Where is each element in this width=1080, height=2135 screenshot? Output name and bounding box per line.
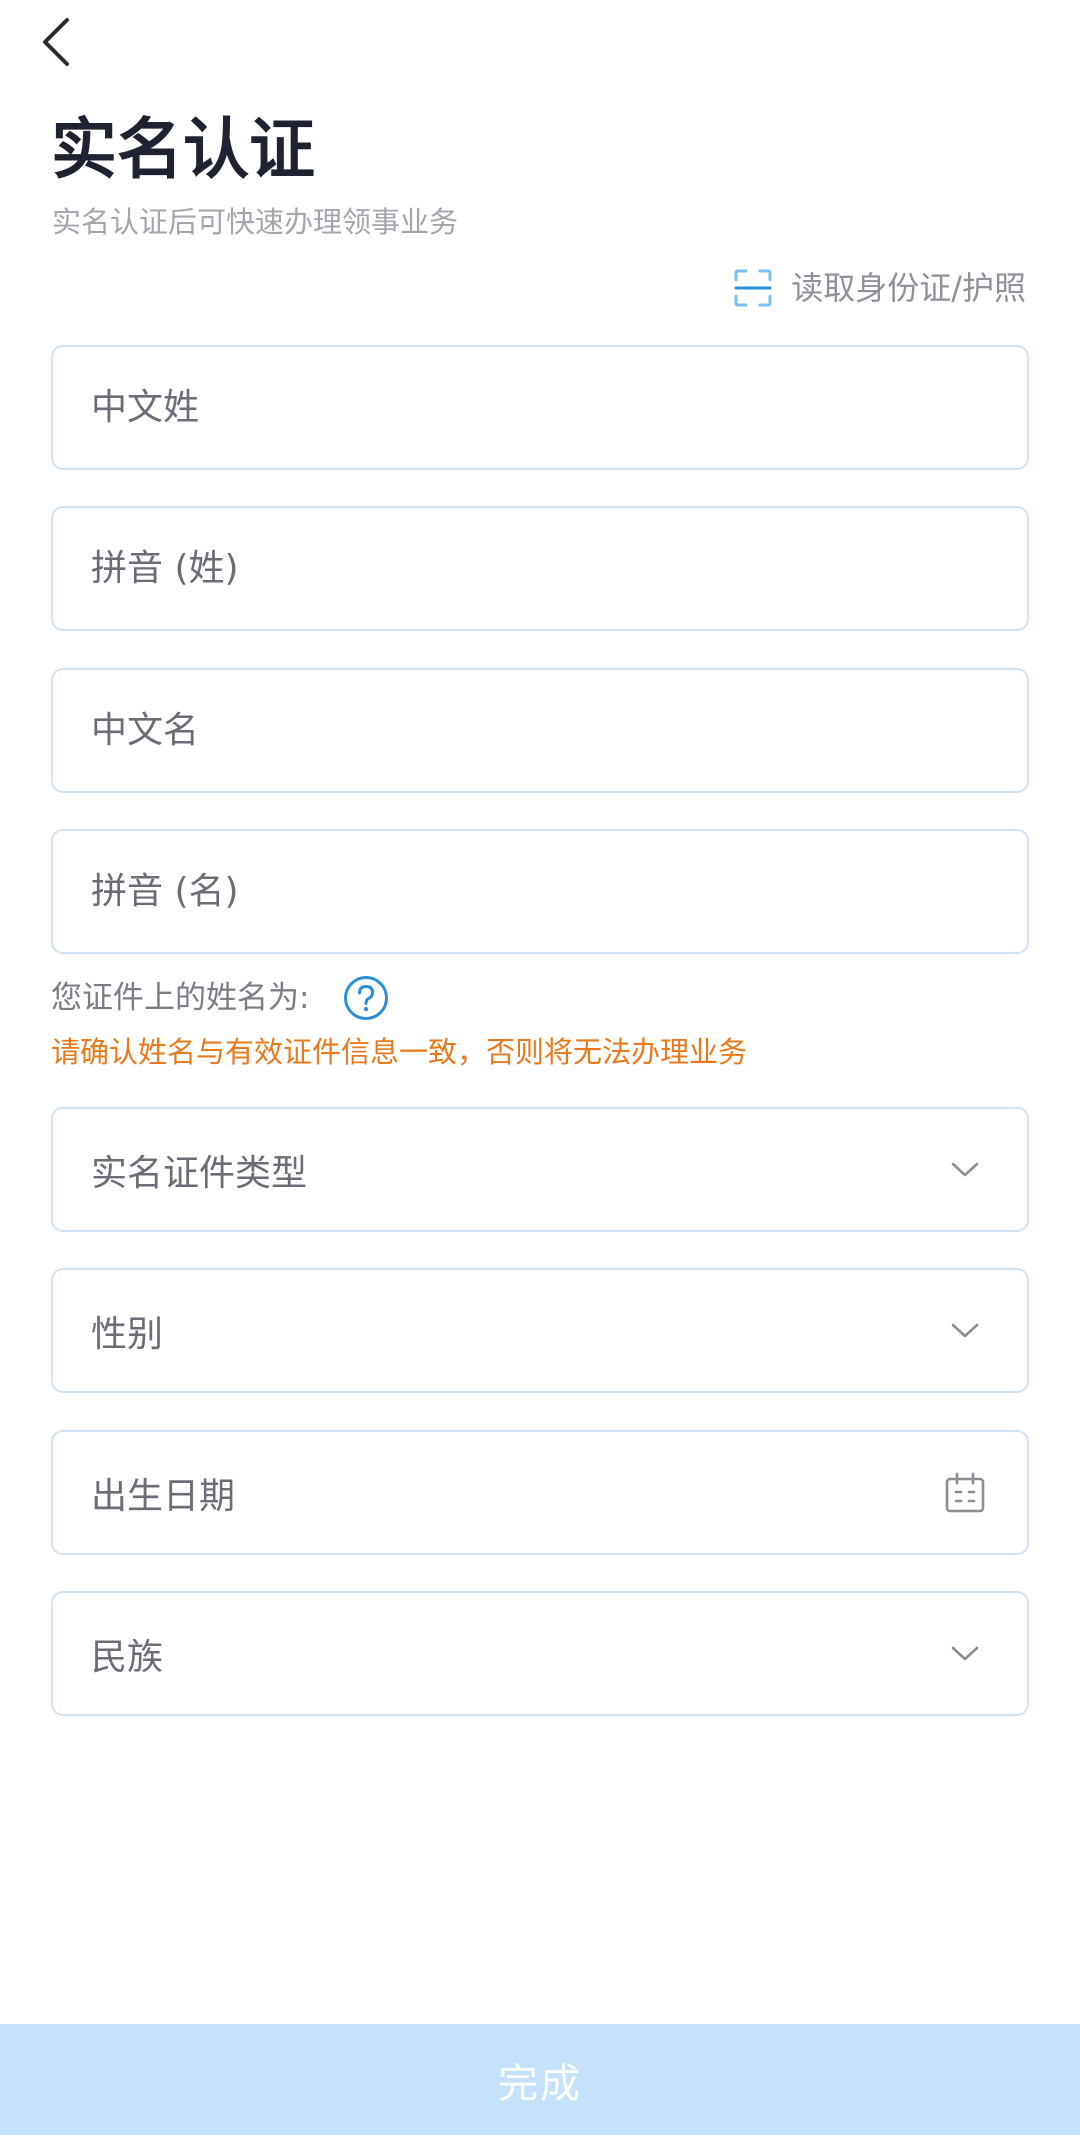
given-name-chinese-input[interactable] [91, 670, 989, 791]
ethnicity-label: 民族 [91, 1636, 164, 1678]
back-button[interactable] [28, 12, 84, 72]
surname-pinyin-input[interactable] [91, 508, 989, 629]
id-type-dropdown-toggle[interactable] [941, 1146, 989, 1194]
birth-date-label: 出生日期 [91, 1475, 236, 1517]
submit-button[interactable]: 完成 [0, 2024, 1080, 2135]
surname-chinese-field[interactable] [51, 345, 1029, 470]
page-title: 实名认证 [51, 111, 315, 188]
id-type-label: 实名证件类型 [91, 1152, 308, 1194]
calendar-icon [945, 1472, 985, 1512]
name-on-document-row: 您证件上的姓名为: [51, 975, 389, 1021]
name-mismatch-warning: 请确认姓名与有效证件信息一致，否则将无法办理业务 [51, 1035, 748, 1069]
name-on-document-label: 您证件上的姓名为: [51, 980, 310, 1016]
given-name-pinyin-input[interactable] [91, 831, 989, 952]
question-circle-icon [344, 976, 389, 1020]
ethnicity-dropdown-toggle[interactable] [941, 1630, 989, 1678]
gender-select[interactable]: 性别 [51, 1268, 1029, 1393]
surname-chinese-input[interactable] [91, 347, 989, 468]
given-name-chinese-field[interactable] [51, 668, 1029, 793]
real-name-auth-page: 实名认证 实名认证后可快速办理领事业务 读取身份证/护照 您证件上的姓名为: [0, 0, 1080, 2135]
chevron-left-icon [43, 18, 69, 66]
name-help-button[interactable] [343, 975, 389, 1021]
surname-pinyin-field[interactable] [51, 506, 1029, 631]
gender-label: 性别 [91, 1313, 164, 1355]
chevron-down-icon [951, 1646, 979, 1660]
gender-dropdown-toggle[interactable] [941, 1307, 989, 1355]
chevron-down-icon [951, 1323, 979, 1337]
given-name-pinyin-field[interactable] [51, 829, 1029, 954]
scan-frame-icon [734, 269, 772, 307]
read-id-passport-label: 读取身份证/护照 [791, 269, 1026, 307]
page-subtitle: 实名认证后可快速办理领事业务 [52, 205, 459, 239]
ethnicity-select[interactable]: 民族 [51, 1591, 1029, 1716]
birth-date-picker[interactable]: 出生日期 [51, 1430, 1029, 1555]
birth-date-picker-toggle[interactable] [941, 1469, 989, 1517]
chevron-down-icon [951, 1162, 979, 1176]
id-type-select[interactable]: 实名证件类型 [51, 1107, 1029, 1232]
read-id-passport-button[interactable]: 读取身份证/护照 [733, 266, 1026, 310]
